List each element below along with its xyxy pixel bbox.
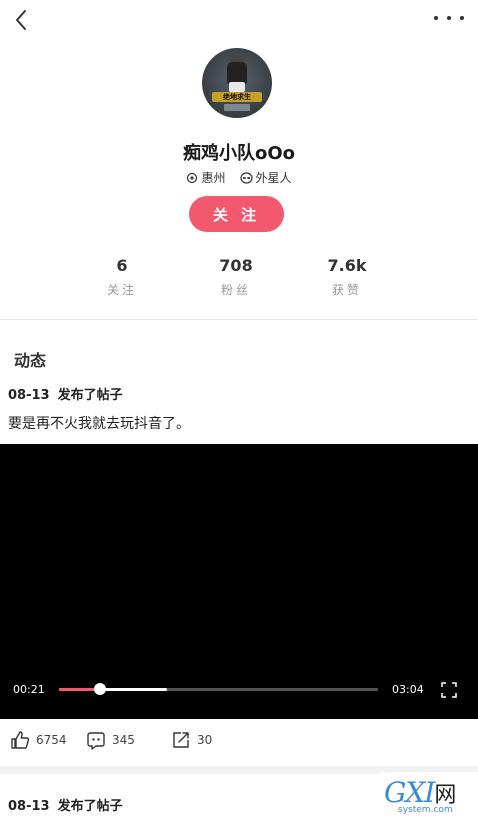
dot-icon <box>434 16 438 20</box>
share-icon <box>173 732 189 748</box>
chevron-left-icon <box>16 10 26 30</box>
stat-followers[interactable]: 708 粉丝 <box>196 256 276 298</box>
stat-label: 粉丝 <box>220 283 251 297</box>
stat-value: 708 <box>219 256 253 275</box>
location-pin-icon <box>187 172 198 183</box>
stat-value: 7.6k <box>327 256 367 275</box>
video-total-time: 03:04 <box>392 683 424 696</box>
back-button[interactable] <box>8 6 34 34</box>
avatar-badge: 绝地求生 <box>212 92 262 102</box>
species-label: 外星人 <box>255 171 292 185</box>
share-button[interactable]: 30 <box>171 728 212 752</box>
username: 痴鸡小队oOo <box>182 143 296 164</box>
divider <box>0 319 478 320</box>
stat-likes[interactable]: 7.6k 获赞 <box>307 256 387 298</box>
fullscreen-button[interactable] <box>441 682 457 698</box>
dot-icon <box>447 16 451 20</box>
post-text[interactable]: 要是再不火我就去玩抖音了。 <box>8 413 190 433</box>
post-action: 发布了帖子 <box>57 799 123 814</box>
stat-following[interactable]: 6 关注 <box>82 256 162 298</box>
dot-icon <box>460 16 464 20</box>
avatar[interactable]: 绝地求生 <box>202 48 272 118</box>
location-tag: 惠州 <box>186 169 226 186</box>
share-count: 30 <box>197 733 213 747</box>
watermark-site: system.com <box>398 805 453 815</box>
thumbs-up-icon <box>11 731 30 749</box>
post-action: 发布了帖子 <box>57 388 123 403</box>
like-count: 6754 <box>36 733 67 747</box>
post-header: 08-13 发布了帖子 <box>8 384 123 403</box>
video-scrub-handle[interactable] <box>94 683 106 695</box>
like-button[interactable]: 6754 <box>10 728 67 752</box>
section-title: 动态 <box>14 351 47 370</box>
location-label: 惠州 <box>201 171 226 185</box>
post-header: 08-13 发布了帖子 <box>8 795 123 814</box>
post-actions: 6754 345 30 <box>0 728 478 754</box>
profile-tags: 惠州 外星人 <box>0 169 478 186</box>
follow-button[interactable]: 关 注 <box>189 196 284 232</box>
avatar-sub-badge <box>224 104 250 111</box>
video-player[interactable] <box>0 444 478 719</box>
video-current-time: 00:21 <box>13 683 45 696</box>
comment-count: 345 <box>112 733 135 747</box>
avatar-legs <box>229 82 245 92</box>
comment-button[interactable]: 345 <box>86 728 135 752</box>
comment-icon <box>87 732 105 750</box>
post-date: 08-13 <box>8 799 50 814</box>
stat-label: 获赞 <box>331 283 362 297</box>
alien-icon <box>239 171 253 184</box>
post-date: 08-13 <box>8 388 50 403</box>
stat-label: 关注 <box>106 283 137 297</box>
avatar-figure <box>227 62 247 84</box>
fullscreen-icon <box>441 682 457 698</box>
stat-value: 6 <box>116 256 128 275</box>
more-options-button[interactable] <box>434 8 464 28</box>
watermark: GXI网 system.com <box>380 772 478 819</box>
species-tag: 外星人 <box>239 169 292 186</box>
stats-row: 6 关注 708 粉丝 7.6k 获赞 <box>0 256 478 302</box>
